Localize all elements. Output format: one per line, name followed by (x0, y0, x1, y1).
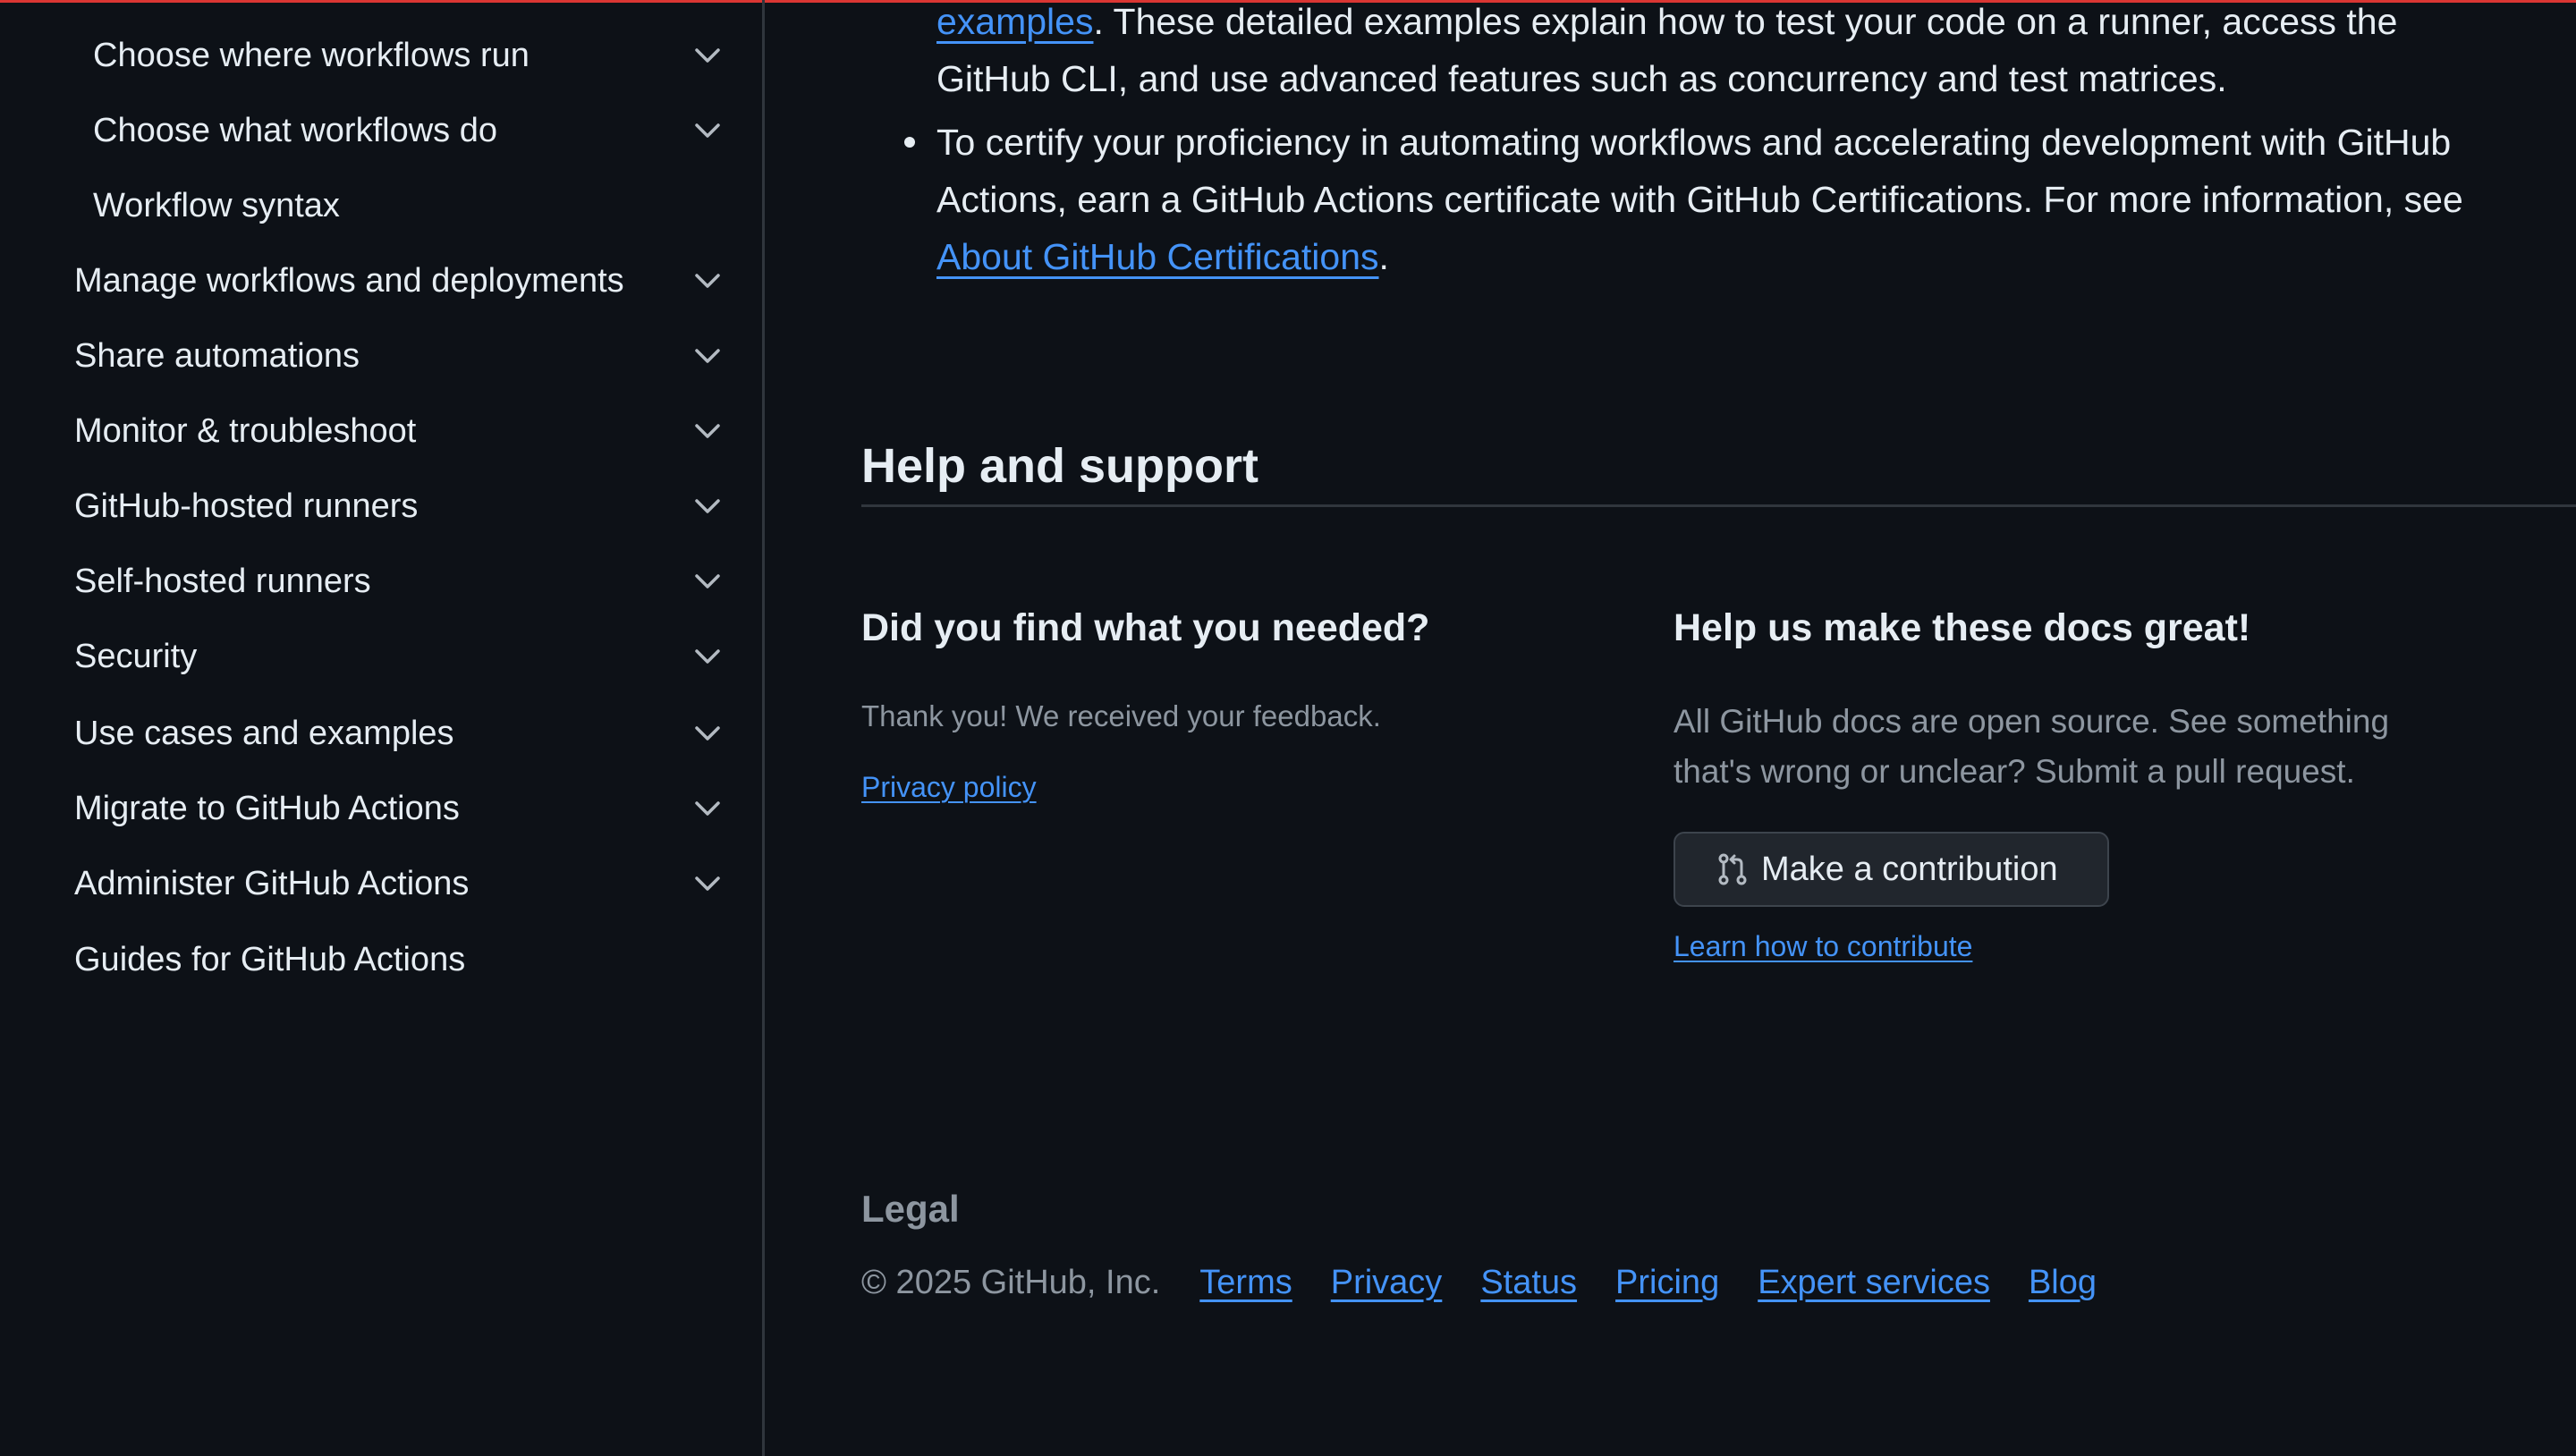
bullet-line: About GitHub Certifications. (936, 228, 2576, 285)
heading-divider (861, 504, 2576, 507)
chevron-down-icon[interactable] (690, 116, 725, 145)
sidebar-item-label: Use cases and examples (74, 714, 454, 752)
git-pull-request-icon (1715, 851, 1750, 887)
sidebar-item-label: Security (74, 637, 198, 675)
paragraph-line: examples. These detailed examples explai… (936, 0, 2576, 50)
bullet-end: . (1378, 236, 1389, 277)
chevron-down-icon[interactable] (690, 41, 725, 70)
paragraph-line: GitHub CLI, and use advanced features su… (936, 58, 2227, 99)
sidebar-item-github-hosted-runners[interactable]: GitHub-hosted runners (0, 469, 762, 544)
chevron-down-icon[interactable] (690, 417, 725, 445)
contribution-button-label: Make a contribution (1761, 850, 2058, 888)
make-contribution-button[interactable]: Make a contribution (1674, 832, 2109, 907)
help-support-heading: Help and support (861, 439, 1258, 493)
footer-links: © 2025 GitHub, Inc. Terms Privacy Status… (861, 1257, 2135, 1308)
sidebar-item-security[interactable]: Security (0, 619, 762, 694)
sidebar-item-workflow-syntax[interactable]: Workflow syntax (0, 168, 762, 243)
sidebar-item-label: Self-hosted runners (74, 562, 371, 600)
sidebar-item-label: Share automations (74, 336, 360, 375)
contribute-heading: Help us make these docs great! (1674, 606, 2251, 649)
article-bullet-certification: To certify your proficiency in automatin… (936, 114, 2576, 285)
sidebar-item-label: Migrate to GitHub Actions (74, 789, 460, 827)
chevron-down-icon[interactable] (690, 719, 725, 748)
sidebar-item-share-automations[interactable]: Share automations (0, 318, 762, 394)
chevron-down-icon[interactable] (690, 567, 725, 596)
sidebar-item-manage-workflows[interactable]: Manage workflows and deployments (0, 243, 762, 318)
privacy-policy-link[interactable]: Privacy policy (861, 771, 1037, 804)
sidebar-item-label: Manage workflows and deployments (74, 261, 624, 300)
chevron-down-icon[interactable] (690, 267, 725, 295)
sidebar-item-choose-where-workflows-run[interactable]: Choose where workflows run (0, 18, 762, 93)
sidebar-item-label: Choose what workflows do (93, 111, 497, 149)
legal-heading: Legal (861, 1188, 960, 1230)
sidebar-item-monitor-troubleshoot[interactable]: Monitor & troubleshoot (0, 394, 762, 469)
chevron-down-icon[interactable] (690, 492, 725, 521)
description-line: that's wrong or unclear? Submit a pull r… (1674, 753, 2355, 790)
sidebar-item-label: Guides for GitHub Actions (74, 940, 466, 978)
bullet-line: Actions, earn a GitHub Actions certifica… (936, 179, 2463, 220)
sidebar-item-migrate[interactable]: Migrate to GitHub Actions (0, 771, 762, 846)
sidebar-item-choose-what-workflows-do[interactable]: Choose what workflows do (0, 93, 762, 168)
sidebar-item-label: GitHub-hosted runners (74, 487, 419, 525)
footer-link-pricing[interactable]: Pricing (1615, 1264, 1719, 1302)
footer-link-privacy[interactable]: Privacy (1331, 1264, 1443, 1302)
footer-link-terms[interactable]: Terms (1199, 1264, 1292, 1302)
learn-contribute-link[interactable]: Learn how to contribute (1674, 930, 1972, 963)
sidebar-item-administer[interactable]: Administer GitHub Actions (0, 846, 762, 921)
examples-link[interactable]: examples (936, 1, 1093, 42)
footer-link-status[interactable]: Status (1480, 1264, 1577, 1302)
chevron-down-icon[interactable] (690, 342, 725, 370)
bullet-line: To certify your proficiency in automatin… (936, 122, 2452, 163)
sidebar-item-guides[interactable]: Guides for GitHub Actions (0, 922, 762, 997)
bullet-dot (904, 137, 915, 148)
sidebar-item-self-hosted-runners[interactable]: Self-hosted runners (0, 544, 762, 619)
sidebar-item-label: Administer GitHub Actions (74, 864, 470, 902)
chevron-down-icon[interactable] (690, 869, 725, 898)
feedback-thanks: Thank you! We received your feedback. (861, 699, 1381, 732)
copyright: © 2025 GitHub, Inc. (861, 1263, 1161, 1301)
sidebar-nav: Choose where workflows run Choose what w… (0, 0, 765, 1456)
contribute-description: All GitHub docs are open source. See som… (1674, 697, 2389, 797)
sidebar-item-label: Workflow syntax (93, 186, 340, 224)
paragraph-text: . These detailed examples explain how to… (1093, 1, 2398, 42)
description-line: All GitHub docs are open source. See som… (1674, 703, 2390, 740)
chevron-down-icon[interactable] (690, 794, 725, 823)
feedback-heading: Did you find what you needed? (861, 606, 1430, 649)
about-certifications-link[interactable]: About GitHub Certifications (936, 236, 1379, 277)
article-paragraph-examples: examples. These detailed examples explai… (936, 0, 2576, 107)
sidebar-item-label: Monitor & troubleshoot (74, 411, 417, 450)
chevron-down-icon[interactable] (690, 642, 725, 671)
footer-link-blog[interactable]: Blog (2029, 1264, 2097, 1302)
footer-link-expert-services[interactable]: Expert services (1758, 1264, 1990, 1302)
sidebar-item-label: Choose where workflows run (93, 36, 530, 74)
sidebar-item-use-cases-examples[interactable]: Use cases and examples (0, 696, 762, 771)
